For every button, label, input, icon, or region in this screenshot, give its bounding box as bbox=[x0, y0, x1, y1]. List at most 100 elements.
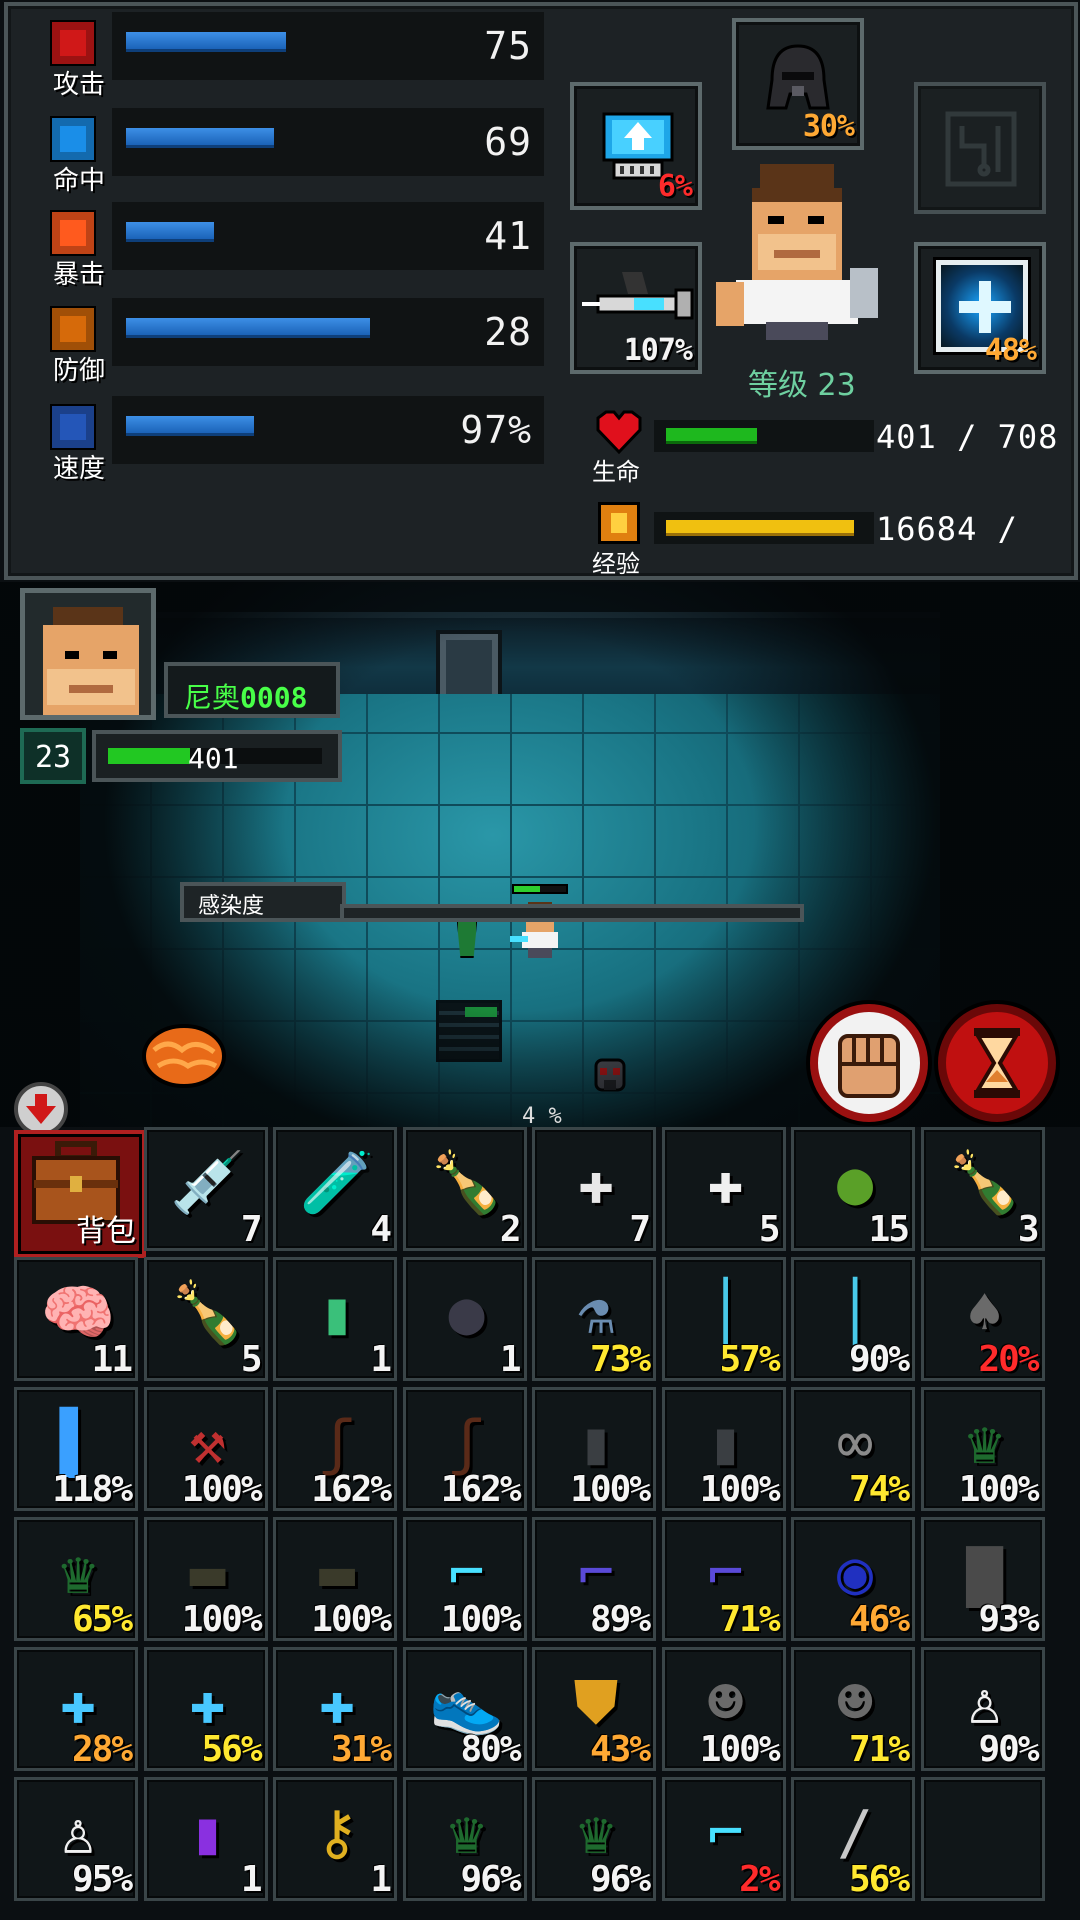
stat-value: 97% bbox=[460, 408, 532, 452]
game-scene[interactable]: 尼奥0008 23 401 感染度 4 % bbox=[0, 582, 1080, 1127]
inventory-slot[interactable] bbox=[920, 1777, 1045, 1901]
inventory-slot[interactable]: ∕ 56% bbox=[791, 1777, 915, 1901]
inventory-slot[interactable]: ⌐ 100% bbox=[402, 1517, 527, 1641]
inventory-slot[interactable]: ▮ 100% bbox=[661, 1387, 786, 1511]
helmet-slot[interactable]: 30% bbox=[732, 18, 864, 150]
arrow-down-icon bbox=[26, 1094, 56, 1124]
gold-key-icon: ⚷ bbox=[315, 1798, 359, 1868]
item-count: 95% bbox=[71, 1859, 133, 1900]
item-count: 46% bbox=[848, 1599, 910, 1640]
empty-equip-slot[interactable] bbox=[914, 82, 1046, 214]
brain-icon bbox=[142, 1024, 226, 1088]
inventory-slot[interactable]: │ 90% bbox=[791, 1257, 915, 1381]
inventory-slot[interactable]: 🍾 5 bbox=[143, 1257, 268, 1381]
inventory-slot[interactable]: ✚ 28% bbox=[14, 1647, 138, 1771]
inventory-slot[interactable]: ◉ 46% bbox=[791, 1517, 915, 1641]
stat-value: 41 bbox=[484, 214, 532, 258]
item-count: 1 bbox=[240, 1859, 263, 1900]
inventory-slot[interactable]: 🍾 3 bbox=[920, 1127, 1045, 1251]
exp-bar-fill bbox=[666, 520, 854, 536]
inventory-slot[interactable]: 🧠 11 bbox=[14, 1257, 138, 1381]
inventory-slot[interactable]: ✚ 5 bbox=[661, 1127, 786, 1251]
hud-hp-fill bbox=[108, 748, 190, 764]
medkit-icon: ✚ bbox=[707, 1148, 744, 1218]
inventory-slot[interactable]: ▌ 118% bbox=[14, 1387, 138, 1511]
item-count: 15 bbox=[868, 1209, 910, 1250]
player-name-plate: 尼奥0008 bbox=[164, 662, 340, 718]
inventory-slot[interactable]: ▮ 100% bbox=[532, 1387, 656, 1511]
inventory-slot[interactable]: ⌐ 71% bbox=[661, 1517, 786, 1641]
inventory-slot[interactable]: ♛ 65% bbox=[14, 1517, 138, 1641]
inventory-slot[interactable]: ∞ 74% bbox=[791, 1387, 915, 1511]
bomb-icon: ● bbox=[448, 1278, 485, 1348]
player-name: 尼奥 bbox=[184, 681, 241, 714]
inventory-slot[interactable]: ʃ 162% bbox=[273, 1387, 397, 1511]
inventory-slot[interactable]: ⌐ 89% bbox=[532, 1517, 656, 1641]
inventory-slot[interactable]: ▬ 100% bbox=[273, 1517, 397, 1641]
inventory-slot[interactable]: ▮ 1 bbox=[273, 1257, 397, 1381]
inventory-slot[interactable]: ▮ 1 bbox=[143, 1777, 268, 1901]
inventory-slot[interactable]: ● 1 bbox=[402, 1257, 527, 1381]
inventory-slot[interactable]: ▇ 93% bbox=[920, 1517, 1045, 1641]
inventory-slot[interactable]: ⛊ 43% bbox=[532, 1647, 656, 1771]
inventory-slot[interactable]: 👟 80% bbox=[402, 1647, 527, 1771]
inventory-slot[interactable]: ♙ 95% bbox=[14, 1777, 138, 1901]
hourglass-icon bbox=[974, 1028, 1020, 1098]
player-id: 0008 bbox=[240, 681, 308, 714]
inventory-slot[interactable]: ⚗ 73% bbox=[532, 1257, 656, 1381]
hud-level-badge: 23 bbox=[20, 728, 86, 784]
inventory-slot[interactable]: ♛ 96% bbox=[402, 1777, 527, 1901]
inventory-slot[interactable]: 💉 7 bbox=[143, 1127, 268, 1251]
inventory-slot[interactable]: ♙ 90% bbox=[920, 1647, 1045, 1771]
item-count: 2 bbox=[499, 1209, 522, 1250]
inventory-slot[interactable]: ✚ 31% bbox=[273, 1647, 397, 1771]
item-count: 5 bbox=[240, 1339, 263, 1380]
inventory-slot[interactable]: ʃ 162% bbox=[402, 1387, 527, 1511]
bottle-green-2-icon: 🍾 bbox=[170, 1278, 245, 1348]
inventory-slot[interactable]: ☻ 100% bbox=[661, 1647, 786, 1771]
heart-icon bbox=[596, 410, 642, 455]
item-count: 56% bbox=[201, 1729, 262, 1770]
infection-value: 4 % bbox=[522, 1104, 562, 1127]
item-count: 100% bbox=[699, 1729, 781, 1770]
inventory-slot[interactable]: ⚷ 1 bbox=[273, 1777, 397, 1901]
stat-value: 75 bbox=[484, 24, 532, 68]
helmet-durability: 30% bbox=[802, 109, 855, 144]
inventory-slot[interactable]: 🍾 2 bbox=[402, 1127, 527, 1251]
inventory-slot[interactable]: ♠ 20% bbox=[920, 1257, 1045, 1381]
shield-slot[interactable]: 48% bbox=[914, 242, 1046, 374]
inventory-slot[interactable]: ✚ 56% bbox=[143, 1647, 268, 1771]
inventory-slot[interactable]: 🧪 4 bbox=[273, 1127, 397, 1251]
inventory-slot[interactable]: ☻ 71% bbox=[791, 1647, 915, 1771]
inventory-slot[interactable]: ♛ 100% bbox=[920, 1387, 1045, 1511]
item-count: 96% bbox=[589, 1859, 651, 1900]
inventory-slot[interactable]: ♛ 96% bbox=[532, 1777, 656, 1901]
stat-icon bbox=[50, 210, 96, 256]
exp-label: 经验 bbox=[592, 550, 640, 578]
stat-bar-box: 97% bbox=[112, 396, 544, 464]
wait-button[interactable] bbox=[938, 1004, 1056, 1122]
inventory-slot[interactable]: │ 57% bbox=[661, 1257, 786, 1381]
hud-avatar[interactable] bbox=[20, 588, 156, 720]
inventory-slot[interactable]: ● 15 bbox=[791, 1127, 915, 1251]
item-count: 96% bbox=[460, 1859, 521, 1900]
item-count: 93% bbox=[978, 1599, 1039, 1640]
weapon-slot[interactable]: 107% bbox=[570, 242, 702, 374]
chip-slot[interactable]: 6% bbox=[570, 82, 702, 210]
stat-label: 防御 bbox=[52, 356, 105, 386]
attack-button[interactable] bbox=[810, 1004, 928, 1122]
inventory-slot[interactable]: ⚒ 100% bbox=[143, 1387, 268, 1511]
infection-label: 感染度 bbox=[198, 894, 265, 919]
circuit-slot-icon bbox=[945, 111, 1017, 187]
inventory-slot[interactable]: ▬ 100% bbox=[143, 1517, 268, 1641]
item-count: 43% bbox=[589, 1729, 651, 1770]
stat-bar-box: 28 bbox=[112, 298, 544, 366]
inventory-slot[interactable]: ✚ 7 bbox=[532, 1127, 656, 1251]
stat-bar-fill bbox=[126, 128, 274, 148]
item-count: 89% bbox=[589, 1599, 651, 1640]
item-count: 100% bbox=[440, 1599, 522, 1640]
stat-label: 攻击 bbox=[52, 70, 105, 100]
item-count: 57% bbox=[719, 1339, 780, 1380]
inventory-slot[interactable]: ⌐ 2% bbox=[661, 1777, 786, 1901]
item-count: 74% bbox=[848, 1469, 910, 1510]
